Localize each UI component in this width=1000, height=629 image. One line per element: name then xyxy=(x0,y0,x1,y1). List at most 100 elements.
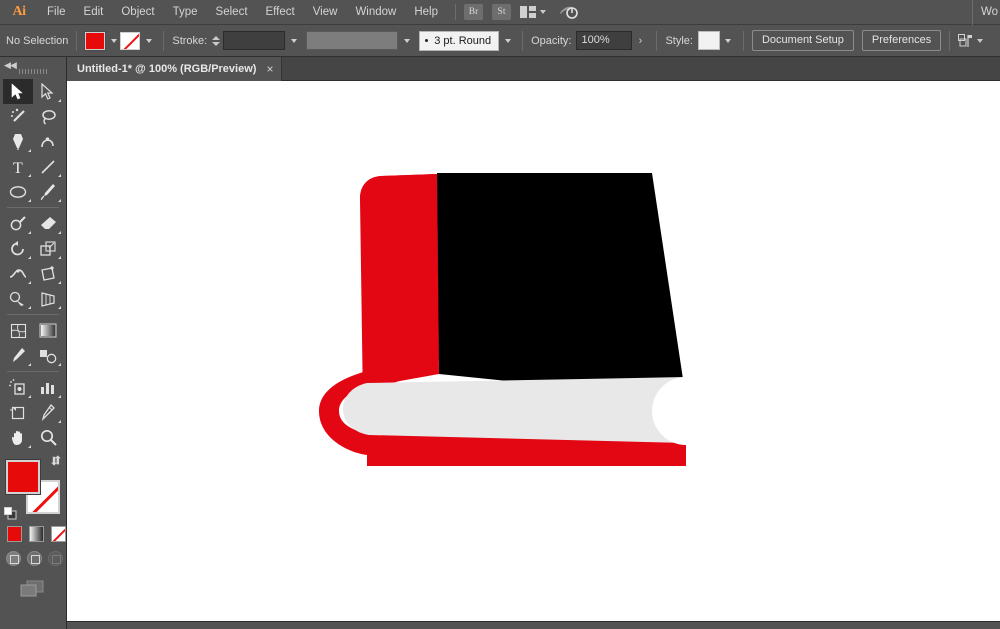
status-bar xyxy=(67,621,1000,629)
illustrator-window: Ai File Edit Object Type Select Effect V… xyxy=(0,0,1000,629)
page-edge-notch xyxy=(652,377,720,445)
document-setup-button[interactable]: Document Setup xyxy=(751,30,854,51)
style-chevron-down-icon[interactable] xyxy=(722,32,735,50)
stroke-weight-stepper[interactable] xyxy=(212,35,221,46)
column-graph-tool[interactable] xyxy=(33,375,63,400)
workspace-switcher[interactable]: Wo xyxy=(971,0,1000,25)
draw-normal-button[interactable] xyxy=(6,551,21,566)
chevron-down-icon[interactable] xyxy=(540,10,546,14)
none-mode-button[interactable] xyxy=(51,526,66,542)
stroke-weight-input[interactable] xyxy=(223,31,286,50)
paint-mode-buttons xyxy=(7,526,66,542)
shape-builder-tool[interactable] xyxy=(3,286,33,311)
brush-definition-select[interactable]: 3 pt. Round xyxy=(419,30,500,51)
graphic-style-swatch[interactable] xyxy=(697,31,720,50)
book-spine xyxy=(360,174,439,405)
fill-color-swatch[interactable] xyxy=(84,30,107,51)
color-mode-button[interactable] xyxy=(7,526,22,542)
direct-selection-tool[interactable] xyxy=(33,79,63,104)
line-segment-tool[interactable] xyxy=(33,154,63,179)
menu-edit[interactable]: Edit xyxy=(75,0,113,25)
stock-icon[interactable]: St xyxy=(492,4,511,20)
mesh-tool[interactable] xyxy=(3,318,33,343)
shaper-tool[interactable] xyxy=(3,211,33,236)
align-chevron-down-icon[interactable] xyxy=(977,38,984,43)
tool-divider xyxy=(7,314,59,315)
align-to-artboard-icon[interactable] xyxy=(958,33,984,48)
zoom-tool[interactable] xyxy=(33,425,63,450)
fill-stroke-widget xyxy=(4,455,64,520)
stroke-dropdown-chevron-down-icon[interactable] xyxy=(142,32,155,50)
menu-bar: Ai File Edit Object Type Select Effect V… xyxy=(0,0,1000,25)
menu-effect[interactable]: Effect xyxy=(257,0,304,25)
free-transform-tool[interactable] xyxy=(33,261,63,286)
draw-behind-button[interactable] xyxy=(27,551,42,566)
stroke-profile-input[interactable] xyxy=(306,31,399,50)
closed-book-illustration[interactable] xyxy=(67,81,1000,621)
menu-object[interactable]: Object xyxy=(112,0,163,25)
document-canvas[interactable] xyxy=(67,81,1000,621)
curvature-tool[interactable] xyxy=(33,129,63,154)
magic-wand-tool[interactable] xyxy=(3,104,33,129)
close-icon[interactable]: × xyxy=(266,63,273,75)
collapse-panel-icon[interactable]: ◀◀ xyxy=(4,60,17,71)
tools-panel-header: ◀◀ xyxy=(0,57,66,79)
power-sync-icon[interactable] xyxy=(558,4,580,20)
rotate-tool[interactable] xyxy=(3,236,33,261)
arrange-documents-icon[interactable] xyxy=(520,6,546,18)
control-bar: No Selection Stroke: 3 pt. Round Opacity… xyxy=(0,25,1000,57)
drag-handle-icon[interactable] xyxy=(19,69,47,74)
change-screen-mode-button[interactable] xyxy=(20,580,66,603)
app-logo-icon: Ai xyxy=(12,4,27,19)
fill-dropdown-chevron-down-icon[interactable] xyxy=(107,32,120,50)
type-tool[interactable]: T xyxy=(3,154,33,179)
menu-view[interactable]: View xyxy=(304,0,347,25)
eyedropper-tool[interactable] xyxy=(3,343,33,368)
symbol-sprayer-tool[interactable] xyxy=(3,375,33,400)
menu-type[interactable]: Type xyxy=(164,0,207,25)
blend-tool[interactable] xyxy=(33,343,63,368)
book-front-cover xyxy=(437,173,686,399)
stepper-down-icon[interactable] xyxy=(212,41,221,46)
eraser-tool[interactable] xyxy=(33,211,63,236)
pen-tool[interactable] xyxy=(3,129,33,154)
brush-definition-chevron-down-icon[interactable] xyxy=(501,32,514,50)
perspective-grid-tool[interactable] xyxy=(33,286,63,311)
menu-divider xyxy=(455,4,456,20)
menu-window[interactable]: Window xyxy=(346,0,405,25)
lasso-tool[interactable] xyxy=(33,104,63,129)
document-tab[interactable]: Untitled-1* @ 100% (RGB/Preview) × xyxy=(67,57,283,81)
opacity-options-arrow-icon[interactable]: › xyxy=(632,31,648,50)
style-label: Style: xyxy=(665,34,693,47)
opacity-input[interactable]: 100% xyxy=(576,31,633,50)
drawing-mode-buttons xyxy=(6,551,66,566)
gradient-tool[interactable] xyxy=(33,318,63,343)
stroke-weight-label: Stroke: xyxy=(172,34,208,47)
menu-help[interactable]: Help xyxy=(405,0,447,25)
brush-definition-label: 3 pt. Round xyxy=(434,34,492,47)
scale-tool[interactable] xyxy=(33,236,63,261)
swap-fill-stroke-icon[interactable] xyxy=(50,455,64,473)
gradient-mode-button[interactable] xyxy=(29,526,44,542)
width-tool[interactable] xyxy=(3,261,33,286)
preferences-button[interactable]: Preferences xyxy=(861,30,942,51)
draw-inside-button[interactable] xyxy=(48,551,63,566)
brush-stroke-preview-icon xyxy=(425,39,429,42)
menu-select[interactable]: Select xyxy=(207,0,257,25)
paintbrush-tool[interactable] xyxy=(33,179,63,204)
slice-tool[interactable] xyxy=(33,400,63,425)
opacity-label: Opacity: xyxy=(531,34,572,47)
stroke-none-swatch[interactable] xyxy=(120,31,141,50)
fill-swatch[interactable] xyxy=(5,459,41,495)
stepper-up-icon[interactable] xyxy=(212,35,221,40)
menu-file[interactable]: File xyxy=(38,0,75,25)
bridge-icon[interactable]: Br xyxy=(464,4,483,20)
ellipse-tool[interactable] xyxy=(3,179,33,204)
stroke-weight-chevron-down-icon[interactable] xyxy=(287,32,300,50)
hand-tool[interactable] xyxy=(3,425,33,450)
stroke-profile-chevron-down-icon[interactable] xyxy=(400,32,413,50)
artboard-tool[interactable] xyxy=(3,400,33,425)
selection-status-label: No Selection xyxy=(6,34,69,47)
default-fill-stroke-icon[interactable] xyxy=(4,507,17,520)
selection-tool[interactable] xyxy=(3,79,33,104)
